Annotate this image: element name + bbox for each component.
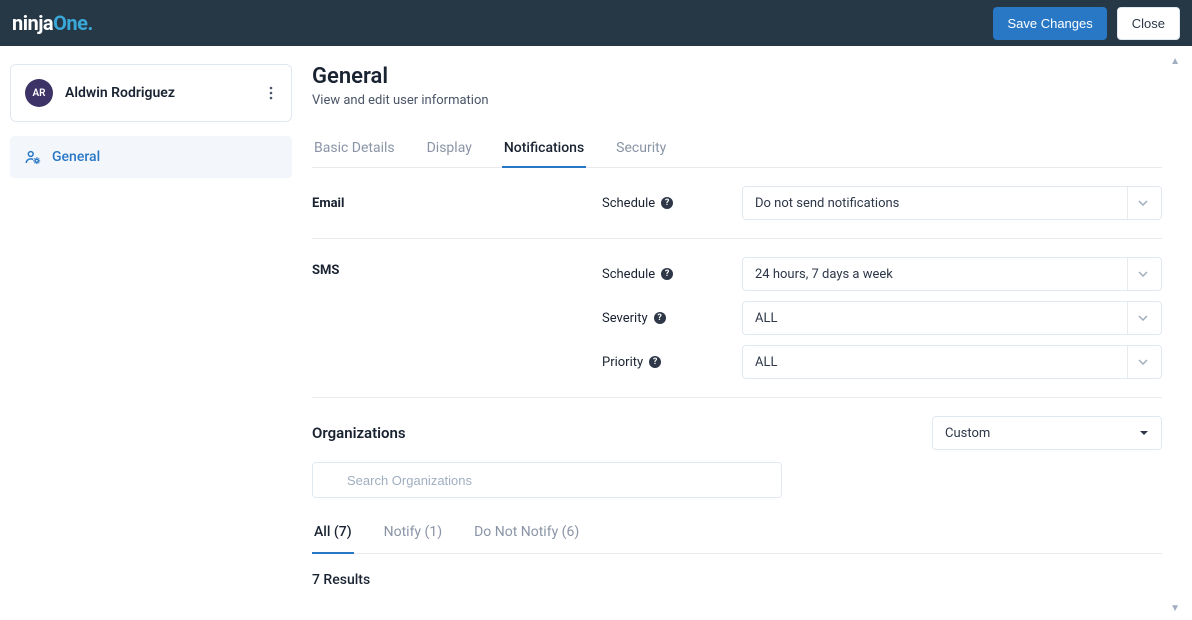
email-schedule-select[interactable]: Do not send notifications [742,186,1162,220]
sms-schedule-value: 24 hours, 7 days a week [755,267,893,282]
avatar: AR [25,79,53,107]
sms-severity-select[interactable]: ALL [742,301,1162,335]
tab-notifications[interactable]: Notifications [502,130,586,168]
save-changes-button[interactable]: Save Changes [993,7,1106,40]
user-gear-icon [24,148,42,166]
sms-priority-value: ALL [755,355,777,370]
help-icon[interactable]: ? [661,197,673,209]
organizations-filter-tabs: All (7) Notify (1) Do Not Notify (6) [312,514,1162,554]
sms-schedule-select[interactable]: 24 hours, 7 days a week [742,257,1162,291]
organizations-mode-value: Custom [945,426,990,441]
sidebar-item-general[interactable]: General [10,136,292,178]
chevron-down-icon [1127,187,1157,219]
close-button[interactable]: Close [1117,7,1180,40]
tab-display[interactable]: Display [425,130,474,168]
sms-priority-label: Priority ? [602,355,742,370]
user-name: Aldwin Rodriguez [65,85,253,101]
filter-tab-notify[interactable]: Notify (1) [382,514,444,554]
organizations-header: Organizations Custom [312,398,1162,462]
page-title: General [312,64,1162,89]
organizations-search-input[interactable] [312,462,782,498]
sms-severity-label: Severity ? [602,311,742,326]
brand-word-a: ninja [12,11,53,35]
sms-priority-select[interactable]: ALL [742,345,1162,379]
email-schedule-value: Do not send notifications [755,196,899,211]
filter-tab-all[interactable]: All (7) [312,514,354,554]
results-count: 7 Results [312,554,1162,606]
topbar: ninjaOne. Save Changes Close [0,0,1192,46]
user-menu-button[interactable] [265,82,277,104]
tab-basic-details[interactable]: Basic Details [312,130,397,168]
email-section: Email Schedule ? Do not send notificatio… [312,168,1162,239]
page-subtitle: View and edit user information [312,93,1162,108]
email-section-label: Email [312,196,602,211]
email-schedule-label: Schedule ? [602,196,742,211]
sms-schedule-label: Schedule ? [602,267,742,282]
scroll-down-hint-icon: ▼ [1170,603,1180,614]
help-icon[interactable]: ? [649,356,661,368]
organizations-search-row [312,462,1162,498]
sms-section: SMS Schedule ? 24 hours, 7 days a week S… [312,239,1162,398]
brand-logo: ninjaOne. [12,11,93,35]
sidebar: AR Aldwin Rodriguez General [10,64,292,620]
topbar-actions: Save Changes Close [993,7,1180,40]
sms-section-label: SMS [312,257,602,379]
organizations-title: Organizations [312,424,406,442]
settings-tabs: Basic Details Display Notifications Secu… [312,130,1162,168]
caret-down-icon [1139,430,1149,436]
sms-severity-value: ALL [755,311,777,326]
chevron-down-icon [1127,346,1157,378]
brand-dot: . [87,11,92,35]
brand-word-b: One [53,11,87,35]
help-icon[interactable]: ? [654,312,666,324]
chevron-down-icon [1127,302,1157,334]
tab-security[interactable]: Security [614,130,668,168]
main-content: General View and edit user information B… [312,64,1182,620]
filter-tab-do-not-notify[interactable]: Do Not Notify (6) [472,514,581,554]
user-card: AR Aldwin Rodriguez [10,64,292,122]
sidebar-item-label: General [52,149,100,165]
kebab-icon [269,86,273,100]
organizations-mode-select[interactable]: Custom [932,416,1162,450]
scroll-up-hint-icon: ▲ [1170,56,1180,67]
help-icon[interactable]: ? [661,268,673,280]
chevron-down-icon [1127,258,1157,290]
